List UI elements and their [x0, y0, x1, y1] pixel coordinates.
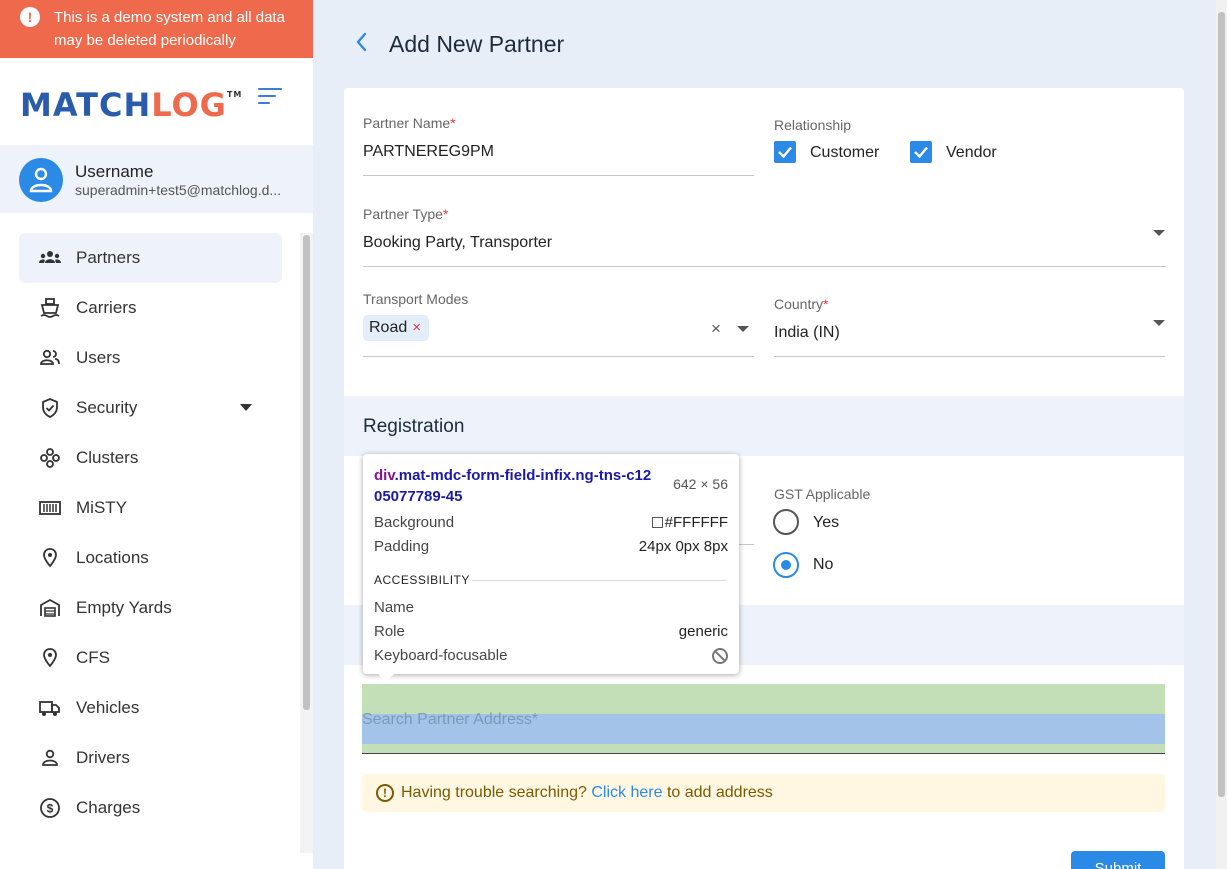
clear-selection-icon[interactable]: × — [711, 319, 721, 339]
tooltip-accessibility-heading: ACCESSIBILITY — [374, 573, 470, 587]
ship-icon — [40, 298, 60, 318]
tooltip-divider — [472, 580, 727, 581]
warehouse-icon — [40, 598, 60, 617]
back-chevron-icon[interactable] — [350, 30, 374, 54]
sidebar-nav: Partners Carriers Users Security Cluster… — [0, 233, 300, 833]
not-focusable-icon — [712, 648, 728, 664]
partner-name-underline — [363, 175, 754, 176]
partner-type-dropdown-icon[interactable] — [1153, 230, 1165, 236]
sidebar-scrollbar[interactable] — [300, 233, 313, 853]
transport-modes-dropdown-icon[interactable] — [737, 326, 749, 332]
truck-icon — [39, 701, 60, 716]
partner-name-input[interactable]: PARTNEREG9PM — [363, 143, 494, 161]
gst-yes-label[interactable]: Yes — [813, 514, 839, 532]
info-icon: ! — [376, 784, 394, 802]
sidebar-item-clusters[interactable]: Clusters — [19, 433, 282, 483]
tooltip-name-row: Name — [374, 599, 415, 616]
tooltip-selector: div.mat-mdc-form-field-infix.ng-tns-c120… — [374, 467, 652, 505]
relationship-label: Relationship — [774, 117, 852, 133]
demo-banner: ! This is a demo system and all data may… — [0, 0, 313, 58]
submit-button[interactable]: Submit — [1071, 851, 1165, 869]
tooltip-role-row: Role generic — [374, 623, 728, 640]
transport-modes-label: Transport Modes — [363, 291, 469, 307]
location-pin-icon — [43, 548, 57, 568]
sidebar: ! This is a demo system and all data may… — [0, 0, 313, 869]
sidebar-item-empty-yards[interactable]: Empty Yards — [19, 583, 282, 633]
location-pin-icon — [43, 648, 57, 668]
country-dropdown-icon[interactable] — [1153, 320, 1165, 326]
registration-field-underline — [739, 544, 754, 545]
sidebar-item-users[interactable]: Users — [19, 333, 282, 383]
dollar-icon: $ — [40, 798, 60, 818]
gst-no-label[interactable]: No — [813, 556, 833, 574]
sidebar-item-charges[interactable]: $ Charges — [19, 783, 282, 833]
tooltip-padding-row: Padding 24px 0px 8px — [374, 538, 728, 555]
country-underline — [774, 356, 1165, 357]
sidebar-item-locations[interactable]: Locations — [19, 533, 282, 583]
user-icon — [29, 167, 53, 193]
chip-remove-icon[interactable]: × — [412, 319, 421, 336]
gst-applicable-label: GST Applicable — [774, 486, 871, 502]
user-profile[interactable]: Username superadmin+test5@matchlog.d... — [0, 145, 313, 213]
add-address-link[interactable]: Click here — [591, 784, 662, 801]
user-name: Username — [75, 162, 154, 181]
partner-address-search[interactable]: Search Partner Address* — [362, 684, 1165, 754]
registration-section-header: Registration — [344, 396, 1184, 456]
tooltip-focusable-row: Keyboard-focusable — [374, 647, 728, 664]
address-help-banner: ! Having trouble searching? Click here t… — [362, 774, 1165, 812]
country-select[interactable]: India (IN) — [774, 324, 840, 342]
driver-icon — [42, 749, 58, 766]
user-email: superadmin+test5@matchlog.d... — [75, 182, 282, 198]
partner-type-select[interactable]: Booking Party, Transporter — [363, 234, 552, 252]
users-icon — [40, 349, 60, 365]
customer-checkbox-label[interactable]: Customer — [810, 144, 879, 162]
clusters-icon — [40, 448, 60, 468]
avatar — [19, 158, 63, 202]
menu-toggle-icon[interactable] — [258, 88, 284, 108]
shield-icon — [42, 398, 58, 419]
container-icon — [39, 501, 61, 515]
transport-mode-chip[interactable]: Road × — [363, 315, 430, 341]
tooltip-size: 642 × 56 — [673, 476, 728, 492]
svg-text:$: $ — [47, 802, 54, 816]
gst-no-radio[interactable] — [773, 552, 799, 578]
exclamation-icon: ! — [20, 7, 40, 27]
transport-modes-underline — [363, 356, 754, 357]
demo-banner-text: This is a demo system and all data may b… — [54, 9, 285, 49]
color-swatch-icon — [651, 517, 663, 528]
checkmark-icon — [778, 146, 792, 159]
customer-checkbox[interactable] — [774, 141, 796, 163]
vendor-checkbox[interactable] — [910, 141, 932, 163]
partner-address-placeholder: Search Partner Address* — [362, 711, 539, 728]
sidebar-item-misty[interactable]: MiSTY — [19, 483, 282, 533]
partners-icon — [39, 251, 61, 263]
partner-name-label: Partner Name* — [363, 115, 456, 131]
devtools-inspect-tooltip: div.mat-mdc-form-field-infix.ng-tns-c120… — [363, 454, 739, 682]
checkmark-icon — [914, 146, 928, 159]
country-label: Country* — [774, 296, 829, 312]
chevron-down-icon[interactable] — [240, 404, 252, 411]
sidebar-item-vehicles[interactable]: Vehicles — [19, 683, 282, 733]
sidebar-item-drivers[interactable]: Drivers — [19, 733, 282, 783]
registration-title: Registration — [363, 416, 465, 437]
matchlog-logo[interactable]: MATCHLOGTM — [20, 86, 242, 124]
page-scrollbar[interactable] — [1216, 0, 1227, 869]
gst-yes-radio[interactable] — [773, 509, 799, 535]
sidebar-item-cfs[interactable]: CFS — [19, 633, 282, 683]
sidebar-item-partners[interactable]: Partners — [19, 233, 282, 283]
tooltip-background-row: Background #FFFFFF — [374, 514, 728, 531]
page-title: Add New Partner — [389, 31, 565, 57]
sidebar-item-security[interactable]: Security — [19, 383, 282, 433]
partner-type-label: Partner Type* — [363, 206, 449, 222]
vendor-checkbox-label[interactable]: Vendor — [946, 144, 997, 162]
partner-type-underline — [363, 266, 1166, 267]
sidebar-item-carriers[interactable]: Carriers — [19, 283, 282, 333]
